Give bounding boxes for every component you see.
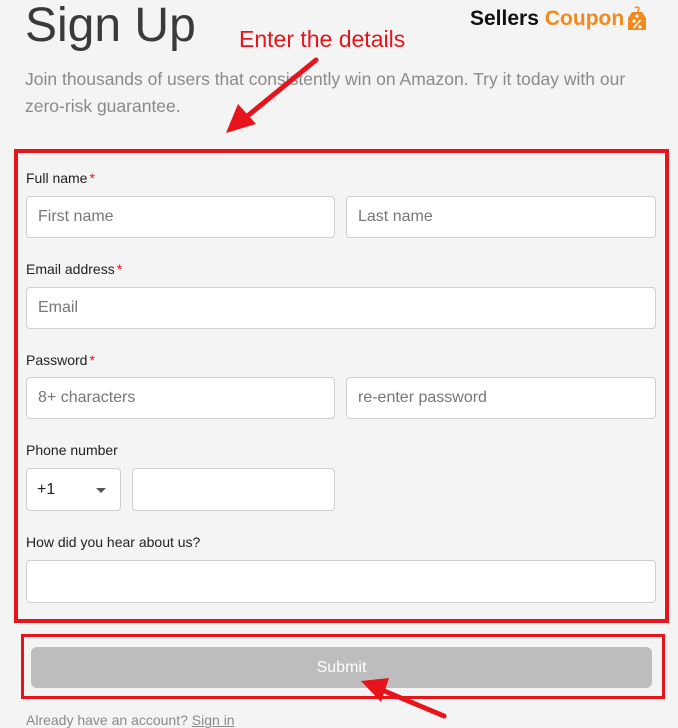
password-label-text: Password	[26, 352, 88, 368]
signin-prompt-text: Already have an account?	[26, 712, 188, 728]
submit-button[interactable]: Submit	[31, 647, 652, 688]
email-label: Email address *	[26, 261, 122, 277]
full-name-label: Full name *	[26, 170, 95, 186]
password-label: Password *	[26, 352, 95, 368]
annotation-label: Enter the details	[239, 26, 406, 52]
page-title: Sign Up	[25, 0, 196, 52]
referral-input[interactable]	[26, 560, 656, 603]
password-input[interactable]	[26, 377, 335, 419]
last-name-input[interactable]	[346, 196, 656, 238]
phone-label: Phone number	[26, 442, 118, 458]
country-code-value: +1	[37, 480, 56, 498]
signin-prompt: Already have an account? Sign in	[26, 712, 235, 728]
signin-link[interactable]: Sign in	[192, 712, 235, 728]
country-code-select[interactable]: +1	[26, 468, 121, 511]
email-input[interactable]	[26, 287, 656, 329]
logo-word-sellers: Sellers	[470, 7, 539, 30]
price-tag-icon	[626, 6, 648, 32]
logo-word-coupon: Coupon	[544, 7, 625, 30]
required-mark: *	[89, 352, 95, 368]
page-subtitle: Join thousands of users that consistentl…	[25, 69, 626, 116]
referral-label: How did you hear about us?	[26, 534, 201, 550]
email-label-text: Email address	[26, 261, 115, 277]
required-mark: *	[116, 261, 123, 277]
confirm-password-input[interactable]	[346, 377, 656, 419]
sellers-coupon-logo: Sellers Coupon	[470, 6, 648, 32]
full-name-label-text: Full name	[26, 170, 88, 186]
required-mark: *	[89, 170, 95, 186]
first-name-input[interactable]	[26, 196, 335, 238]
chevron-down-icon	[96, 488, 106, 493]
phone-number-input[interactable]	[132, 468, 335, 511]
